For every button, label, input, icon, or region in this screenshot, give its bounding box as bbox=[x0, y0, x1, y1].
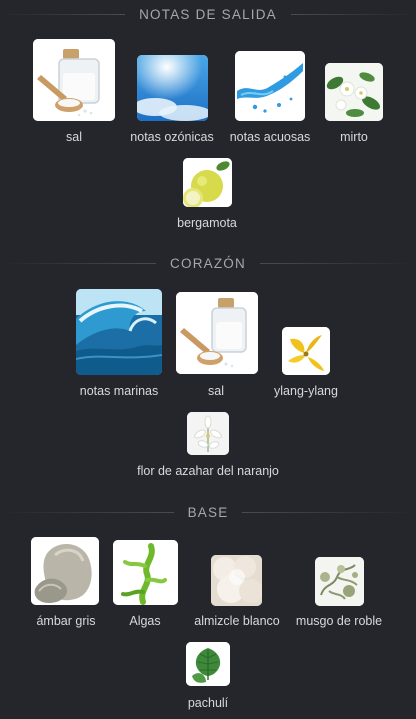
section-title: BASE bbox=[187, 504, 229, 520]
divider bbox=[290, 13, 416, 15]
note-label: sal bbox=[208, 384, 224, 398]
ylang-flower-icon bbox=[282, 327, 330, 375]
divider bbox=[0, 511, 174, 513]
section-header-heart-notes: CORAZÓN bbox=[0, 253, 416, 273]
note-label: notas acuosas bbox=[229, 130, 311, 144]
section-title: CORAZÓN bbox=[170, 255, 246, 271]
note-label: notas marinas bbox=[79, 384, 159, 398]
divider bbox=[0, 13, 126, 15]
ocean-wave-icon bbox=[76, 289, 162, 375]
divider bbox=[242, 511, 416, 513]
note-label: ylang-ylang bbox=[274, 384, 338, 398]
note-label: ámbar gris bbox=[36, 614, 96, 628]
salt-jar-icon bbox=[176, 292, 258, 374]
note-label: mirto bbox=[340, 130, 368, 144]
divider bbox=[259, 262, 416, 264]
note-label: flor de azahar del naranjo bbox=[137, 464, 279, 478]
water-splash-icon bbox=[235, 51, 305, 121]
note-label: bergamota bbox=[177, 216, 237, 230]
note-label: Algas bbox=[129, 614, 161, 628]
myrtle-flower-icon bbox=[325, 63, 383, 121]
sky-icon bbox=[137, 55, 208, 121]
white-musk-icon bbox=[211, 555, 262, 606]
section-header-top-notes: NOTAS DE SALIDA bbox=[0, 4, 416, 24]
section-title: NOTAS DE SALIDA bbox=[139, 6, 277, 22]
seaweed-icon bbox=[113, 540, 178, 605]
note-label: musgo de roble bbox=[295, 614, 383, 628]
note-label: notas ozónicas bbox=[130, 130, 214, 144]
section-header-base-notes: BASE bbox=[0, 502, 416, 522]
ambergris-stone-icon bbox=[31, 537, 99, 605]
patchouli-leaf-icon bbox=[186, 642, 230, 686]
note-label: pachulí bbox=[187, 696, 229, 710]
bergamot-fruit-icon bbox=[183, 158, 232, 207]
salt-jar-icon bbox=[33, 39, 115, 121]
orange-blossom-icon bbox=[187, 412, 229, 455]
divider bbox=[0, 262, 157, 264]
note-label: almizcle blanco bbox=[194, 614, 280, 628]
oakmoss-icon bbox=[315, 557, 364, 606]
note-label: sal bbox=[66, 130, 82, 144]
